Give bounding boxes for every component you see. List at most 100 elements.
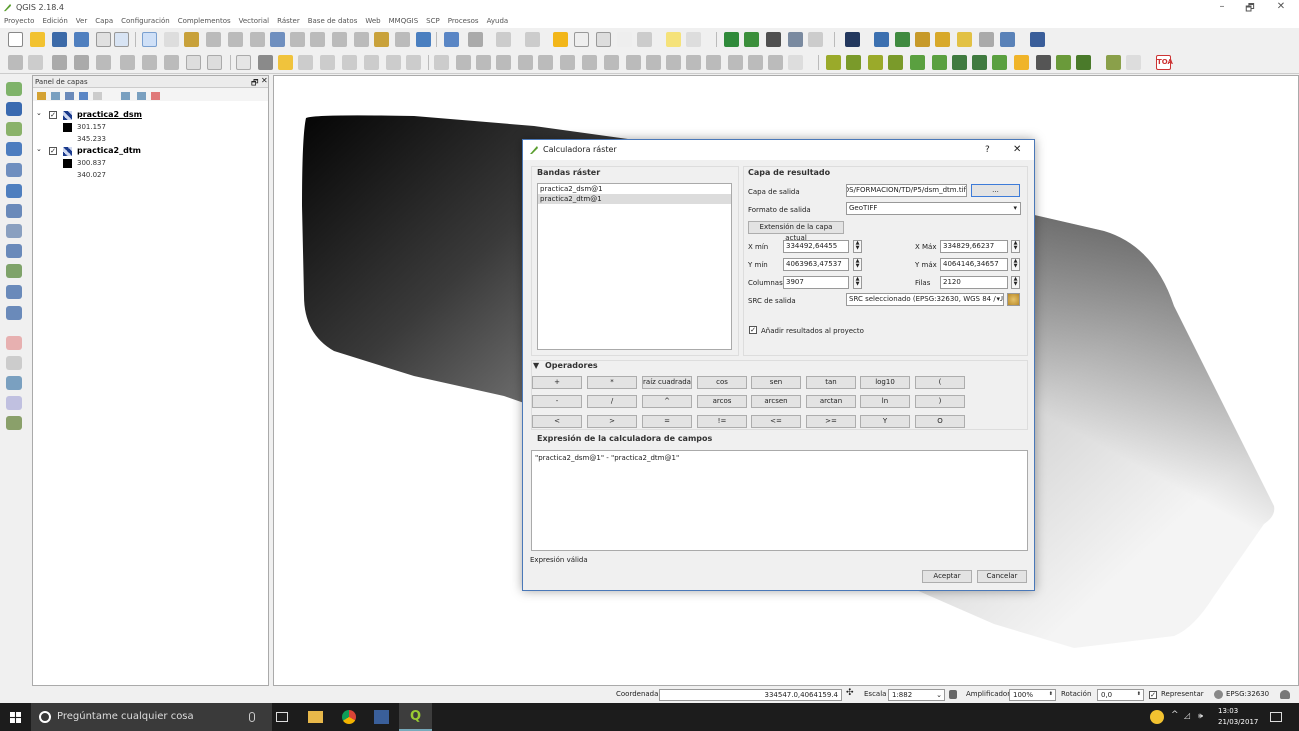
op-arcsin-button[interactable]: arcsen — [751, 395, 801, 408]
bookmarks-icon[interactable] — [374, 32, 389, 47]
plugin-figure-icon[interactable] — [935, 32, 950, 47]
label-highlight-icon[interactable] — [278, 55, 293, 70]
move-feature-icon[interactable] — [96, 55, 111, 70]
plugin-gray-icon[interactable] — [808, 32, 823, 47]
crs-status[interactable]: EPSG:32630 — [1226, 690, 1269, 698]
plugin-scissors-icon[interactable] — [1106, 55, 1121, 70]
add-virtual-icon[interactable] — [6, 224, 22, 238]
point-tool-icon[interactable] — [6, 356, 22, 370]
op-less-button[interactable]: < — [532, 415, 582, 428]
magnifier-field[interactable]: 100% ⬍ — [1009, 689, 1056, 701]
zoom-out-icon[interactable] — [228, 32, 243, 47]
field-calc-icon[interactable] — [553, 32, 568, 47]
file-explorer-icon[interactable] — [308, 711, 323, 723]
print-composer-icon[interactable] — [96, 32, 111, 47]
reshape-icon[interactable] — [646, 55, 661, 70]
attribute-table-icon[interactable] — [574, 32, 589, 47]
op-multiply-button[interactable]: * — [587, 376, 637, 389]
add-feature-icon[interactable] — [74, 55, 89, 70]
save-project-icon[interactable] — [52, 32, 67, 47]
output-format-select[interactable]: GeoTIFF ▾ — [846, 202, 1021, 215]
dialog-close-button[interactable]: ✕ — [1013, 140, 1021, 160]
add-spatialite-icon[interactable] — [6, 142, 22, 156]
filter-expression-icon[interactable] — [93, 92, 102, 100]
op-greater-button[interactable]: > — [587, 415, 637, 428]
op-open-paren-button[interactable]: ( — [915, 376, 965, 389]
add-group-icon[interactable] — [51, 92, 60, 100]
identify-icon[interactable] — [444, 32, 459, 47]
raster-tool-4-icon[interactable] — [888, 55, 903, 70]
op-minus-button[interactable]: - — [532, 395, 582, 408]
menu-edicion[interactable]: Edición — [42, 15, 67, 28]
op-close-paren-button[interactable]: ) — [915, 395, 965, 408]
windows-start-icon[interactable] — [10, 712, 21, 723]
raster-tool-7-icon[interactable] — [952, 55, 967, 70]
grid-icon[interactable] — [992, 55, 1007, 70]
notification-app-icon[interactable] — [1150, 710, 1164, 724]
scale-select[interactable]: 1:882 ⌄ — [888, 689, 945, 701]
messages-icon[interactable] — [1280, 690, 1290, 699]
rotation-field[interactable]: 0,0 ⬍ — [1097, 689, 1144, 701]
op-divide-button[interactable]: / — [587, 395, 637, 408]
delete-part-icon[interactable] — [626, 55, 641, 70]
extents-toggle-icon[interactable]: ✣ — [846, 688, 854, 698]
zoom-selection-icon[interactable] — [290, 32, 305, 47]
manage-visibility-icon[interactable] — [65, 92, 74, 100]
label-rotate-icon[interactable] — [364, 55, 379, 70]
add-raster-icon[interactable] — [6, 102, 22, 116]
split-parts-icon[interactable] — [706, 55, 721, 70]
plugin-blue-icon[interactable] — [874, 32, 889, 47]
raster-bands-list[interactable]: practica2_dsm@1 practica2_dtm@1 — [537, 183, 732, 350]
network-icon[interactable]: ◿ — [1184, 711, 1190, 720]
zoom-layer-icon[interactable] — [310, 32, 325, 47]
render-checkbox[interactable]: ✓ — [1149, 691, 1157, 699]
layer-visibility-checkbox[interactable]: ✓ — [49, 147, 57, 155]
menu-mmqgis[interactable]: MMQGIS — [389, 15, 419, 28]
pencil-icon[interactable] — [1014, 55, 1029, 70]
crs-globe-icon[interactable] — [1214, 690, 1223, 699]
xmax-spinner[interactable]: ▲ ▼ — [1011, 240, 1020, 253]
select-by-rect-icon[interactable] — [496, 32, 511, 47]
ymin-spinner[interactable]: ▲ ▼ — [853, 258, 862, 271]
pan-select-icon[interactable] — [142, 32, 157, 47]
add-vector-icon[interactable] — [6, 82, 22, 96]
pan-icon[interactable] — [164, 32, 179, 47]
volume-icon[interactable]: 🕪 — [1198, 711, 1203, 721]
menu-scp[interactable]: SCP — [426, 15, 440, 28]
merge-attributes-icon[interactable] — [748, 55, 763, 70]
label-change-icon[interactable] — [386, 55, 401, 70]
raster-tool-3-icon[interactable] — [868, 55, 883, 70]
new-shapefile-icon[interactable] — [6, 264, 22, 278]
expand-chevron-icon[interactable]: ⌄ — [36, 109, 42, 117]
scp-tool-icon[interactable] — [6, 416, 22, 430]
menu-procesos[interactable]: Procesos — [448, 15, 479, 28]
output-crs-select[interactable]: SRC seleccionado (EPSG:32630, WGS 84 / U… — [846, 293, 1004, 306]
toggle-edit-icon[interactable] — [28, 55, 43, 70]
op-arccos-button[interactable]: arcos — [697, 395, 747, 408]
text-annotation-icon[interactable] — [686, 32, 701, 47]
undo-icon[interactable] — [476, 55, 491, 70]
add-wcs-icon[interactable] — [6, 184, 22, 198]
remove-layer-icon[interactable] — [151, 92, 160, 100]
split-features-icon[interactable] — [686, 55, 701, 70]
add-wfs-icon[interactable] — [6, 204, 22, 218]
rotate-feature-icon[interactable] — [456, 55, 471, 70]
new-gpx-icon[interactable] — [6, 306, 22, 320]
zoom-in-icon[interactable] — [206, 32, 221, 47]
tray-arrow-icon[interactable]: ^ — [1171, 710, 1179, 720]
collapse-arrow-icon[interactable]: ▼ — [533, 361, 539, 370]
microphone-icon[interactable] — [249, 712, 255, 722]
op-plus-button[interactable]: + — [532, 376, 582, 389]
node-tool-icon[interactable] — [120, 55, 135, 70]
measure-icon[interactable] — [637, 32, 652, 47]
close-panel-icon[interactable]: ✕ — [261, 76, 268, 85]
expand-chevron-icon[interactable]: ⌄ — [36, 145, 42, 153]
zoom-next-icon[interactable] — [354, 32, 369, 47]
add-ring-icon[interactable] — [538, 55, 553, 70]
action-center-icon[interactable] — [1270, 712, 1282, 722]
clock-date[interactable]: 21/03/2017 — [1218, 718, 1258, 726]
menu-ver[interactable]: Ver — [76, 15, 87, 28]
advanced-edit-icon[interactable] — [434, 55, 449, 70]
op-equal-button[interactable]: = — [642, 415, 692, 428]
delete-selected-icon[interactable] — [142, 55, 157, 70]
